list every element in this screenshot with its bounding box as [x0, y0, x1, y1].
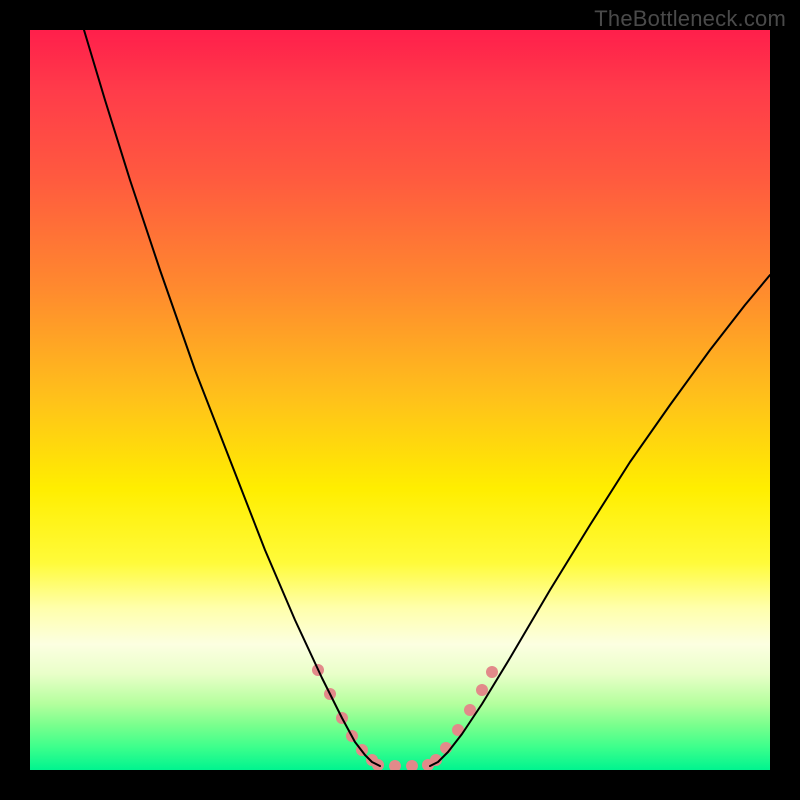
- salmon-overlay-bottom-dot: [389, 760, 401, 770]
- chart-frame: TheBottleneck.com: [0, 0, 800, 800]
- salmon-overlay-right-dot: [476, 684, 488, 696]
- salmon-overlay-bottom-dot: [406, 760, 418, 770]
- salmon-overlay-right-dot: [486, 666, 498, 678]
- curve-layer: [30, 30, 770, 770]
- watermark-text: TheBottleneck.com: [594, 6, 786, 32]
- plot-area: [30, 30, 770, 770]
- curve-left: [84, 30, 380, 766]
